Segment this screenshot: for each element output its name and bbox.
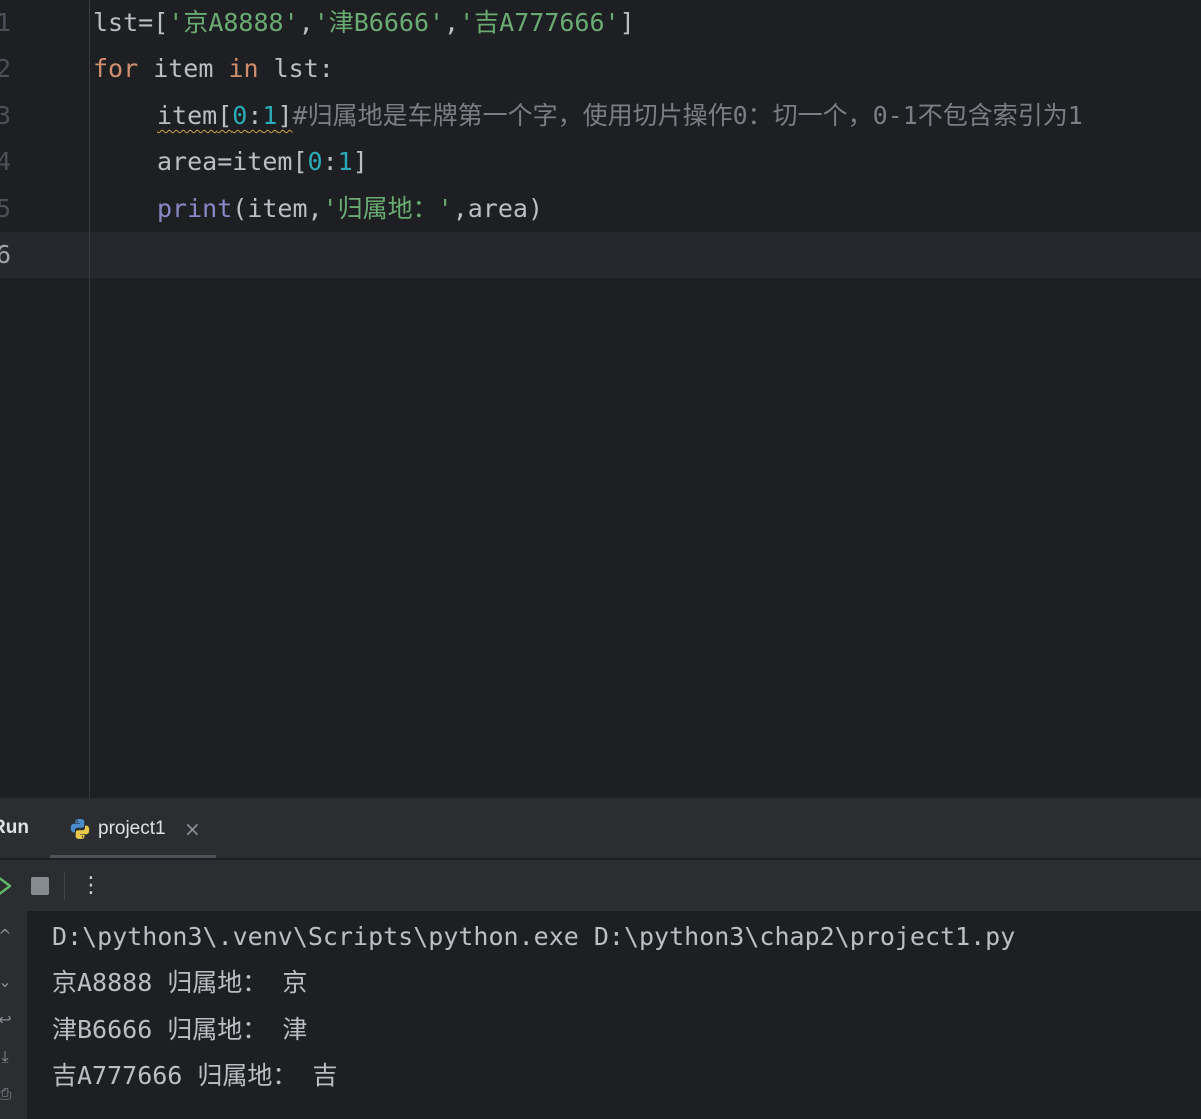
scroll-down-icon[interactable]: ⌄ (0, 971, 16, 993)
line-number: 4 (0, 147, 12, 176)
line-number: 3 (0, 101, 12, 130)
toolbar-separator (64, 872, 65, 900)
string-literal: '吉A777666' (459, 8, 620, 37)
stop-icon[interactable] (31, 877, 49, 895)
keyword: in (228, 54, 259, 83)
code-line-4[interactable]: area=item[0:1] (157, 139, 368, 185)
rerun-icon[interactable] (0, 874, 14, 898)
line-number-gutter: 1 2 3 4 5 6 (0, 0, 90, 798)
code-text: , (444, 8, 460, 37)
ide-window: 1 2 3 4 5 6 lst=['京A8888','津B6666','吉A77… (0, 0, 1201, 1119)
console-line: 津B6666 归属地： 津 (52, 1015, 308, 1044)
code-text: (item, (232, 194, 323, 223)
run-tool-window-header: Run project1 × (0, 798, 1201, 858)
line-number: 2 (0, 54, 12, 83)
code-text: : (247, 101, 263, 130)
code-text: item (157, 101, 218, 130)
keyword: for (93, 54, 139, 83)
line-number: 1 (0, 8, 12, 37)
run-side-toolbar: ^ ⌄ ↩ ⤓ ⎙ (0, 911, 27, 1119)
line-number-current: 6 (0, 240, 12, 269)
scroll-up-icon[interactable]: ^ (0, 925, 16, 947)
more-options-icon[interactable]: ⋮ (80, 860, 102, 911)
code-text: [ (217, 101, 233, 130)
code-line-2[interactable]: for item in lst: (93, 46, 334, 92)
console-line: D:\python3\.venv\Scripts\python.exe D:\p… (52, 922, 1016, 951)
console-line: 京A8888 归属地： 京 (52, 968, 308, 997)
number-literal: 0 (307, 147, 323, 176)
string-literal: '归属地：' (322, 194, 453, 223)
code-text: lst: (258, 54, 334, 83)
code-text: area=item[ (157, 147, 308, 176)
code-comment: #归属地是车牌第一个字，使用切片操作0：切一个，0-1不包含索引为1 (292, 101, 1083, 130)
string-literal: '京A8888' (168, 8, 299, 37)
warning-expression: item[0:1] (157, 101, 293, 130)
line-number: 5 (0, 194, 12, 223)
code-editor[interactable]: 1 2 3 4 5 6 lst=['京A8888','津B6666','吉A77… (0, 0, 1201, 798)
code-line-3[interactable]: item[0:1]#归属地是车牌第一个字，使用切片操作0：切一个，0-1不包含索… (157, 93, 1083, 139)
code-text: lst=[ (93, 8, 169, 37)
code-text: ] (352, 147, 368, 176)
console-output[interactable]: D:\python3\.venv\Scripts\python.exe D:\p… (27, 911, 1201, 1119)
python-icon (70, 819, 90, 839)
code-text: , (298, 8, 314, 37)
code-text: : (322, 147, 338, 176)
code-text: ,area) (452, 194, 543, 223)
gutter-divider (89, 0, 90, 798)
print-icon[interactable]: ⎙ (0, 1083, 16, 1105)
code-line-5[interactable]: print(item,'归属地：',area) (157, 186, 543, 232)
run-panel-title: Run (0, 817, 29, 838)
soft-wrap-icon[interactable]: ↩ (0, 1009, 16, 1031)
code-line-1[interactable]: lst=['京A8888','津B6666','吉A777666'] (93, 0, 635, 46)
code-text: ] (619, 8, 635, 37)
console-line: 吉A777666 归属地： 吉 (52, 1061, 338, 1090)
builtin-function: print (157, 194, 233, 223)
tab-project1[interactable]: project1 × (50, 798, 216, 858)
run-toolbar: ⋮ (0, 860, 1201, 911)
scroll-to-end-icon[interactable]: ⤓ (0, 1046, 16, 1068)
number-literal: 1 (262, 101, 278, 130)
tab-label: project1 (98, 818, 166, 839)
number-literal: 0 (232, 101, 248, 130)
string-literal: '津B6666' (313, 8, 445, 37)
close-icon[interactable]: × (184, 798, 201, 858)
current-line-highlight (0, 232, 1201, 278)
code-text: ] (277, 101, 293, 130)
code-text: item (138, 54, 229, 83)
number-literal: 1 (337, 147, 353, 176)
